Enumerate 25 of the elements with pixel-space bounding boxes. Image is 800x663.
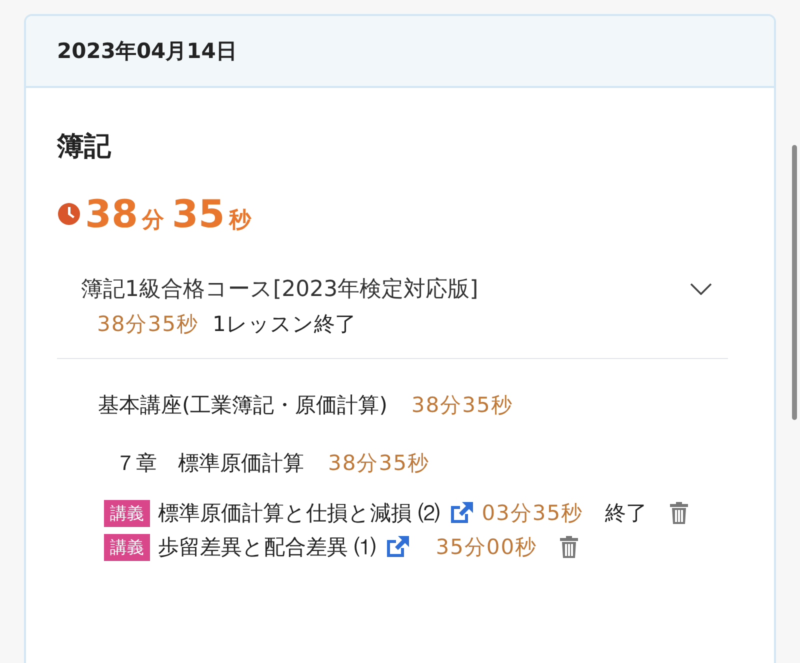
lesson-type-tag: 講義	[104, 500, 150, 526]
chevron-icon[interactable]	[690, 283, 712, 295]
lesson-time: 35分00秒	[436, 534, 538, 561]
subject-title: 簿記	[57, 130, 112, 164]
scrollbar[interactable]	[792, 145, 797, 420]
total-seconds: 35	[172, 192, 225, 236]
lesson-status: 終了	[605, 500, 648, 527]
course-title: 簿記1級合格コース[2023年検定対応版]	[81, 276, 478, 304]
lesson-title[interactable]: 歩留差異と配合差異 ⑴	[158, 533, 376, 561]
lesson-time: 03分35秒	[482, 500, 584, 527]
total-minutes: 38	[85, 192, 138, 236]
chapter-time: 38分35秒	[328, 450, 430, 477]
minutes-unit: 分	[142, 207, 164, 235]
category-title: 基本講座(工業簿記・原価計算)	[98, 392, 388, 419]
lesson-title[interactable]: 標準原価計算と仕損と減損 ⑵	[158, 499, 440, 527]
lesson-type-tag: 講義	[104, 534, 150, 560]
clock-icon	[57, 202, 81, 226]
date-title: 2023年04月14日	[57, 38, 237, 65]
trash-icon[interactable]	[669, 501, 690, 525]
course-time: 38分35秒	[97, 311, 198, 338]
seconds-unit: 秒	[228, 207, 251, 235]
category-time: 38分35秒	[411, 392, 513, 419]
chapter-title: ７章 標準原価計算	[115, 450, 304, 477]
course-summary: 1レッスン終了	[212, 311, 356, 338]
trash-icon[interactable]	[559, 535, 580, 559]
